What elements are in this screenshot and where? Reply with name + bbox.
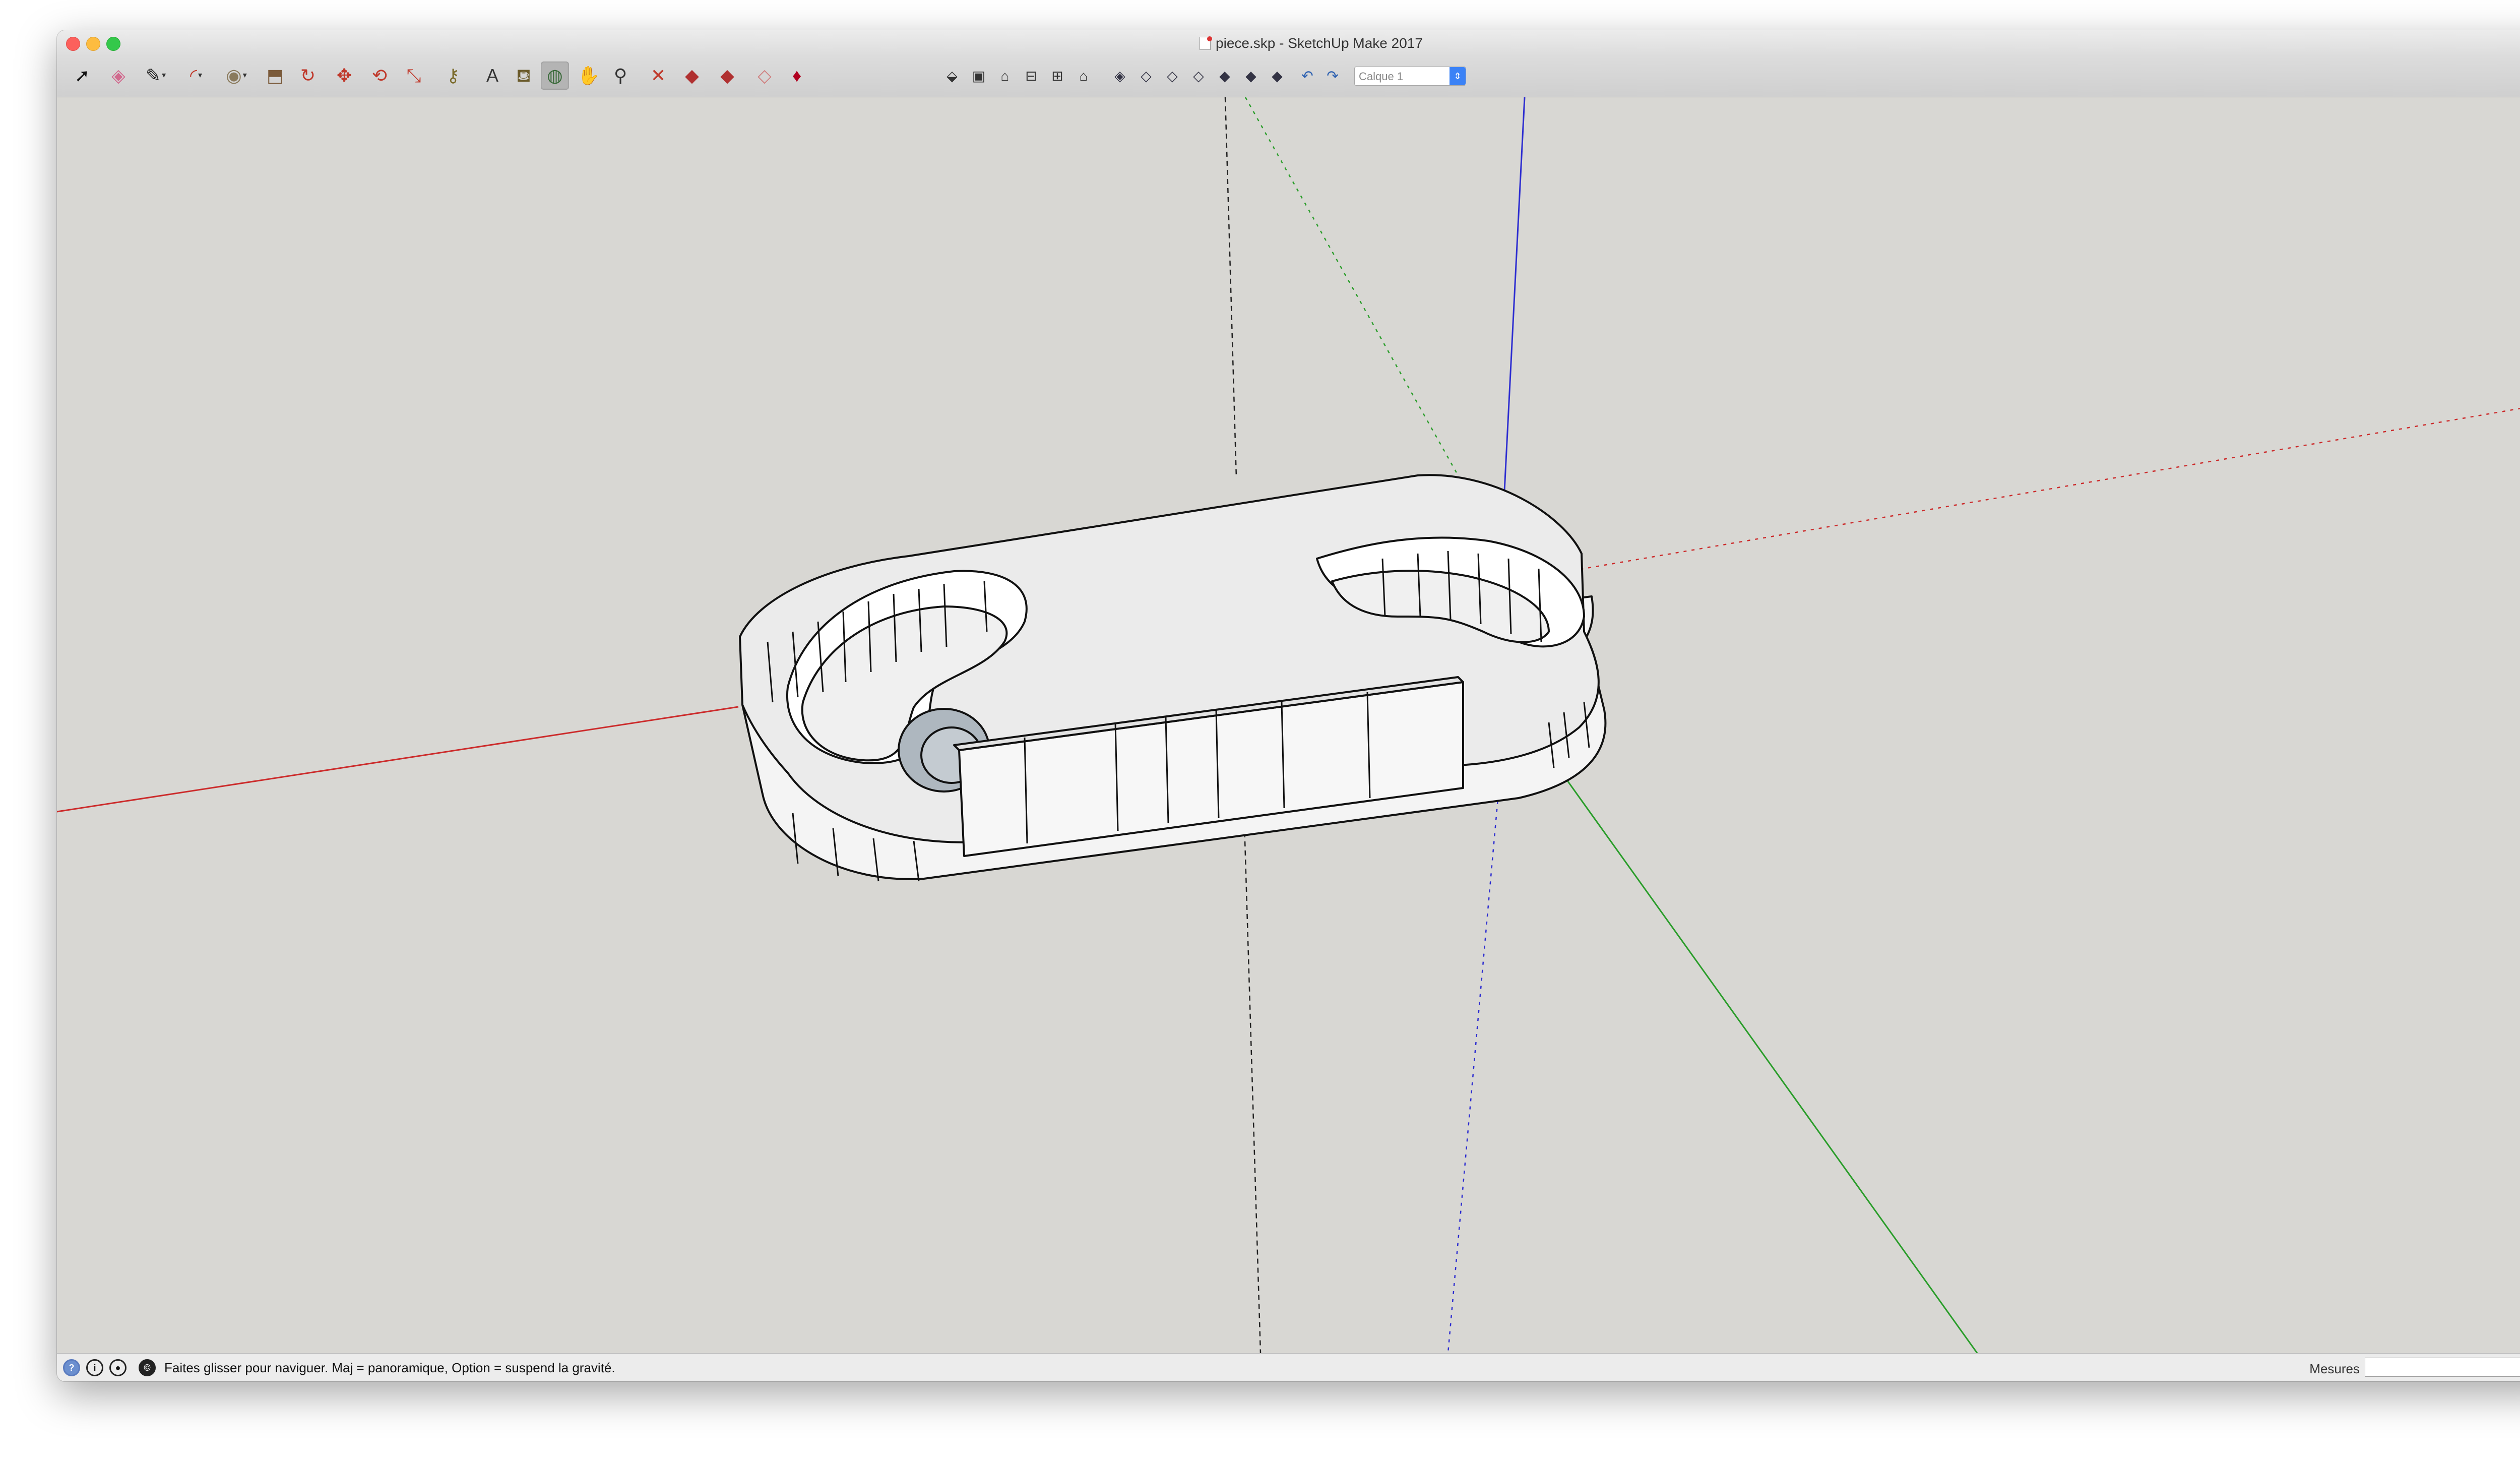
select-tool-button[interactable]: ➚	[68, 62, 96, 90]
tape-measure-tool-icon: ⚷	[446, 65, 460, 86]
measurements-input[interactable]	[2365, 1358, 2520, 1377]
text-tool-button[interactable]: A	[478, 62, 507, 90]
undo-icon[interactable]: ↶	[1297, 66, 1318, 87]
zoom-extents-tool-icon: ✕	[650, 65, 666, 86]
measurements-label: Mesures	[2309, 1361, 2360, 1376]
pan-tool-button[interactable]: ✋	[575, 62, 603, 90]
scene-canvas[interactable]	[57, 97, 2520, 1353]
move-tool-button[interactable]: ✥	[330, 62, 358, 90]
shaded-style-icon[interactable]: ◆	[1214, 66, 1235, 87]
blue-axis-dotted	[1447, 793, 1499, 1353]
line-tool-button[interactable]: ✎ ▾	[142, 62, 170, 90]
rotate-tool-icon: ⟲	[371, 65, 388, 86]
tape-measure-tool-button[interactable]: ⚷	[439, 62, 467, 90]
red-axis-solid	[57, 706, 739, 813]
follow-me-tool-button[interactable]: ↻	[294, 62, 322, 90]
wireframe-style-icon[interactable]: ◇	[1162, 66, 1183, 87]
zoom-extents-tool-button[interactable]: ✕	[644, 62, 672, 90]
model-viewport[interactable]	[57, 97, 2520, 1353]
dropdown-arrow-icon: ⇕	[1450, 67, 1466, 85]
sketchup-ruby-tool-icon: ♦	[792, 65, 802, 86]
front-view-icon[interactable]: ⌂	[994, 66, 1016, 87]
arc-tool-icon: ◜	[190, 65, 197, 86]
back-edges-style-icon[interactable]: ◇	[1136, 66, 1157, 87]
eraser-tool-icon: ◈	[111, 65, 125, 86]
geolocation-icon[interactable]: ©	[139, 1359, 156, 1376]
monochrome-style-icon[interactable]: ◆	[1267, 66, 1288, 87]
redo-icon[interactable]: ↷	[1322, 66, 1343, 87]
layer-select[interactable]: Calque 1 ⇕	[1354, 67, 1466, 86]
zoom-tool-icon: ⚲	[613, 65, 627, 86]
right-view-icon[interactable]: ⊟	[1021, 66, 1042, 87]
sketchup-ruby-tool-button[interactable]: ♦	[783, 62, 811, 90]
hidden-line-style-icon[interactable]: ◇	[1188, 66, 1209, 87]
pan-tool-icon: ✋	[577, 65, 600, 86]
extension-warehouse-tool-icon: ◇	[758, 65, 772, 86]
caret-down-icon[interactable]: ▾	[198, 72, 202, 80]
paint-bucket-tool-icon: ⛾	[516, 65, 531, 86]
text-tool-icon: A	[486, 65, 498, 86]
follow-me-tool-icon: ↻	[300, 65, 316, 86]
guide-line-lower	[1243, 823, 1262, 1353]
line-tool-icon: ✎	[145, 65, 161, 86]
red-axis-dotted	[1524, 408, 2520, 580]
shaded-textures-style-icon[interactable]: ◆	[1240, 66, 1262, 87]
zoom-tool-button[interactable]: ⚲	[606, 62, 635, 90]
back-view-icon[interactable]: ⊞	[1047, 66, 1068, 87]
scale-tool-icon: ⤡	[406, 65, 421, 86]
info-icon[interactable]: i	[86, 1359, 103, 1376]
push-pull-tool-icon: ⬒	[266, 65, 284, 86]
eraser-tool-button[interactable]: ◈	[104, 62, 133, 90]
push-pull-tool-button[interactable]: ⬒	[261, 62, 289, 90]
left-view-icon[interactable]: ⌂	[1073, 66, 1094, 87]
caret-down-icon[interactable]: ▾	[243, 72, 247, 80]
caret-down-icon[interactable]: ▾	[162, 72, 166, 80]
select-tool-icon: ➚	[74, 65, 90, 86]
orbit-tool-button[interactable]: ◍	[541, 62, 569, 90]
document-icon	[1200, 36, 1213, 50]
shape-tool-button[interactable]: ◉ ▾	[222, 62, 250, 90]
rotate-tool-button[interactable]: ⟲	[365, 62, 394, 90]
orbit-tool-icon: ◍	[547, 65, 563, 86]
top-view-icon[interactable]: ▣	[968, 66, 989, 87]
model-body	[739, 474, 1607, 880]
extension-warehouse-tool-button[interactable]: ◇	[750, 62, 779, 90]
main-toolbar: Calque 1 ⇕ ➚ ◈ ✎ ▾ ◜ ▾ ◉ ▾ ⬒ ↻ ✥ ⟲ ⤡ ⚷ A ⛾ ◍ ✋ ⚲ ✕ ◆ ◆ ◇ ♦ ⬙ ▣ ⌂ ⊟ ⊞…	[57, 56, 2520, 97]
paint-bucket-tool-button[interactable]: ⛾	[510, 62, 538, 90]
user-icon[interactable]: ●	[109, 1359, 127, 1376]
green-axis-dotted	[1244, 97, 1459, 476]
xray-style-icon[interactable]: ◈	[1109, 66, 1130, 87]
app-window: piece.skp - SketchUp Make 2017 Calque 1 …	[57, 30, 2520, 1381]
help-icon[interactable]: ?	[63, 1359, 80, 1376]
status-hint-text: Faites glisser pour naviguer. Maj = pano…	[164, 1360, 615, 1375]
green-axis-solid	[1524, 720, 1978, 1353]
blue-axis-solid	[1502, 97, 1526, 511]
title-bar[interactable]: piece.skp - SketchUp Make 2017	[57, 30, 2520, 56]
window-title: piece.skp - SketchUp Make 2017	[1216, 35, 1423, 51]
status-bar: ? i ● © Faites glisser pour naviguer. Ma…	[57, 1353, 2520, 1381]
share-model-tool-button[interactable]: ◆	[713, 62, 741, 90]
iso-view-icon[interactable]: ⬙	[941, 66, 963, 87]
scale-tool-button[interactable]: ⤡	[400, 62, 428, 90]
shape-tool-icon: ◉	[226, 65, 242, 86]
warehouse-tool-button[interactable]: ◆	[678, 62, 706, 90]
move-tool-icon: ✥	[336, 65, 352, 86]
share-model-tool-icon: ◆	[720, 65, 734, 86]
window-title-area: piece.skp - SketchUp Make 2017	[57, 35, 2520, 51]
arc-tool-button[interactable]: ◜ ▾	[182, 62, 210, 90]
layer-select-value: Calque 1	[1359, 70, 1404, 83]
guide-line-upper	[1224, 97, 1237, 478]
warehouse-tool-icon: ◆	[685, 65, 699, 86]
